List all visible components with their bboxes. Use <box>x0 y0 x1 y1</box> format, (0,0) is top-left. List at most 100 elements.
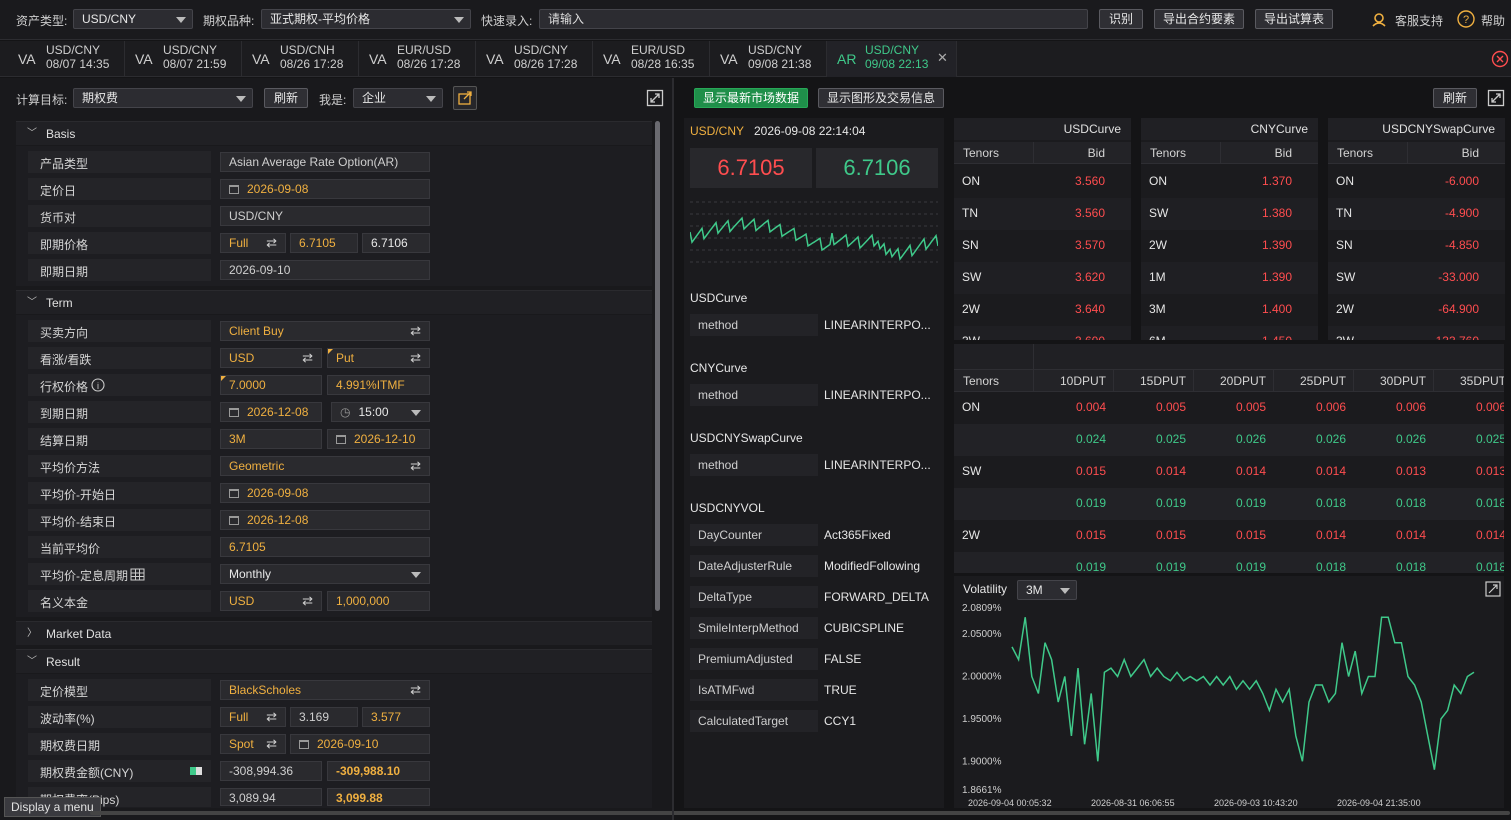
callput-ccy-toggle[interactable]: USD ⇄ <box>220 348 322 368</box>
section-basis-header[interactable]: ﹀ Basis <box>16 121 652 145</box>
table-row[interactable]: SN -4.850 <box>1328 230 1505 262</box>
section-term-header[interactable]: ﹀ Term <box>16 290 652 314</box>
table-row[interactable]: 3W -133.760 <box>1328 326 1505 340</box>
notional-field[interactable]: 1,000,000 <box>327 591 430 611</box>
spot-ask-field[interactable]: 6.7106 <box>362 233 430 253</box>
spot-mode-toggle[interactable]: Full ⇄ <box>220 233 286 253</box>
notional-ccy-toggle[interactable]: USD ⇄ <box>220 591 322 611</box>
strike-pct-field[interactable]: 4.991%ITMF <box>327 375 430 395</box>
panel-divider[interactable] <box>672 78 674 820</box>
callput-toggle[interactable]: Put ⇄ <box>327 348 430 368</box>
pricing-date-field[interactable]: 2026-09-08 <box>220 179 430 199</box>
svg-text:?: ? <box>1463 14 1469 26</box>
table-icon[interactable] <box>130 567 145 582</box>
table-row[interactable]: ON -6.000 <box>1328 166 1505 198</box>
left-scrollbar[interactable] <box>655 121 660 611</box>
recognize-button[interactable]: 识别 <box>1099 9 1143 29</box>
prem-date-field[interactable]: 2026-09-10 <box>290 734 430 754</box>
table-row[interactable]: ON 3.560 <box>954 166 1131 198</box>
tab-deal-active[interactable]: AR USD/CNY 09/08 22:13 ✕ <box>827 41 957 77</box>
tab-deal[interactable]: VA EUR/USD 08/26 17:28 <box>359 41 476 77</box>
table-row[interactable]: SW 3.620 <box>954 262 1131 294</box>
quick-entry-input[interactable]: 请输入 <box>539 9 1088 29</box>
table-row[interactable]: 3W 3.600 <box>954 326 1131 340</box>
vol-bid-field[interactable]: 3.169 <box>290 707 358 727</box>
section-result-header[interactable]: ﹀ Result <box>16 649 652 673</box>
strike-field[interactable]: 7.0000 <box>220 375 322 395</box>
table-row[interactable]: ON 1.370 <box>1141 166 1318 198</box>
quote-ask[interactable]: 6.7106 <box>816 148 938 188</box>
iam-select[interactable]: 企业 <box>353 88 443 108</box>
expiry-date-field[interactable]: 2026-12-08 <box>220 402 322 422</box>
tab-deal[interactable]: VA USD/CNY 08/26 17:28 <box>476 41 593 77</box>
settle-date-field[interactable]: 2026-12-10 <box>327 429 430 449</box>
option-kind-select[interactable]: 亚式期权-平均价格 <box>261 9 471 29</box>
table-row[interactable]: 2W -64.900 <box>1328 294 1505 326</box>
table-row[interactable]: SW 1.380 <box>1141 198 1318 230</box>
vol-chart-tenor-select[interactable]: 3M <box>1017 580 1077 600</box>
quote-bid[interactable]: 6.7105 <box>690 148 812 188</box>
expand-icon[interactable] <box>1485 581 1501 597</box>
share-button[interactable] <box>453 86 477 110</box>
model-toggle[interactable]: BlackScholes ⇄ <box>220 680 430 700</box>
support-link[interactable]: 客服支持 <box>1371 10 1451 30</box>
avg-freq-select[interactable]: Monthly <box>220 564 430 584</box>
tab-deal[interactable]: VA USD/CNY 08/07 14:35 <box>8 41 125 77</box>
table-row[interactable]: 6M 1.450 <box>1141 326 1318 340</box>
table-row[interactable]: TN -4.900 <box>1328 198 1505 230</box>
table-row[interactable]: 1M 1.390 <box>1141 262 1318 294</box>
expand-icon[interactable] <box>1487 89 1505 107</box>
close-all-icon[interactable] <box>1491 50 1509 68</box>
section-market-data-header[interactable]: 〉 Market Data <box>16 621 652 645</box>
table-row[interactable]: 2W 0.015 0.015 0.015 0.014 0.014 0.014 <box>954 520 1504 552</box>
table-row[interactable]: 3M 1.400 <box>1141 294 1318 326</box>
calc-target-select[interactable]: 期权费 <box>73 88 253 108</box>
tab-deal[interactable]: VA USD/CNY 08/07 21:59 <box>125 41 242 77</box>
show-graph-button[interactable]: 显示图形及交易信息 <box>818 88 944 108</box>
section-market-data-title: Market Data <box>46 627 112 641</box>
table-row[interactable]: 2W 3.640 <box>954 294 1131 326</box>
settle-tenor-field[interactable]: 3M <box>220 429 322 449</box>
toggle-icon[interactable] <box>190 767 202 775</box>
table-row[interactable]: ON 0.004 0.005 0.005 0.006 0.006 0.006 <box>954 392 1504 424</box>
horizontal-scrollbar[interactable] <box>90 811 1510 815</box>
tab-deal[interactable]: VA EUR/USD 08/28 16:35 <box>593 41 710 77</box>
tab-deal[interactable]: VA USD/CNH 08/26 17:28 <box>242 41 359 77</box>
avg-start-field[interactable]: 2026-09-08 <box>220 483 430 503</box>
vol-mode-toggle[interactable]: Full ⇄ <box>220 707 286 727</box>
show-latest-market-button[interactable]: 显示最新市场数据 <box>694 88 808 108</box>
right-refresh-button[interactable]: 刷新 <box>1433 88 1477 108</box>
table-row[interactable]: 0.019 0.019 0.019 0.018 0.018 0.018 <box>954 488 1504 520</box>
table-row[interactable]: SW 0.015 0.014 0.014 0.014 0.013 0.013 <box>954 456 1504 488</box>
table-row[interactable]: TN 3.560 <box>954 198 1131 230</box>
direction-toggle[interactable]: Client Buy ⇄ <box>220 321 430 341</box>
left-refresh-button[interactable]: 刷新 <box>264 88 308 108</box>
tab-deal[interactable]: VA USD/CNY 09/08 21:38 <box>710 41 827 77</box>
settle-label: 结算日期 <box>40 434 89 448</box>
spot-bid-field[interactable]: 6.7105 <box>290 233 358 253</box>
help-link[interactable]: ? 帮助 <box>1457 10 1507 30</box>
tab-kind: VA <box>18 51 36 67</box>
prem-date-mode-toggle[interactable]: Spot ⇄ <box>220 734 286 754</box>
cur-avg-field[interactable]: 6.7105 <box>220 537 430 557</box>
table-row[interactable]: 0.024 0.025 0.026 0.026 0.026 0.025 <box>954 424 1504 456</box>
table-row[interactable]: SN 3.570 <box>954 230 1131 262</box>
tab-kind: VA <box>135 51 153 67</box>
col-divider <box>1193 370 1194 392</box>
expiry-time-select[interactable]: ◷ 15:00 <box>331 402 430 422</box>
tab-time: 08/26 17:28 <box>280 57 344 71</box>
export-contract-button[interactable]: 导出合约要素 <box>1154 9 1244 29</box>
export-trial-button[interactable]: 导出试算表 <box>1255 9 1333 29</box>
info-icon[interactable]: i <box>91 378 105 392</box>
asset-type-select[interactable]: USD/CNY <box>73 9 193 29</box>
avg-method-toggle[interactable]: Geometric ⇄ <box>220 456 430 476</box>
table-row[interactable]: 2W 1.390 <box>1141 230 1318 262</box>
y-tick-label: 2.0809% <box>962 603 1002 614</box>
avg-end-field[interactable]: 2026-12-08 <box>220 510 430 530</box>
expand-icon[interactable] <box>646 89 664 107</box>
close-icon[interactable]: ✕ <box>937 50 948 66</box>
vol-ask-field[interactable]: 3.577 <box>362 707 430 727</box>
table-row[interactable]: 0.019 0.019 0.019 0.018 0.018 0.018 <box>954 552 1504 573</box>
prem-pips-ask-field: 3,099.88 <box>327 788 430 806</box>
table-row[interactable]: SW -33.000 <box>1328 262 1505 294</box>
